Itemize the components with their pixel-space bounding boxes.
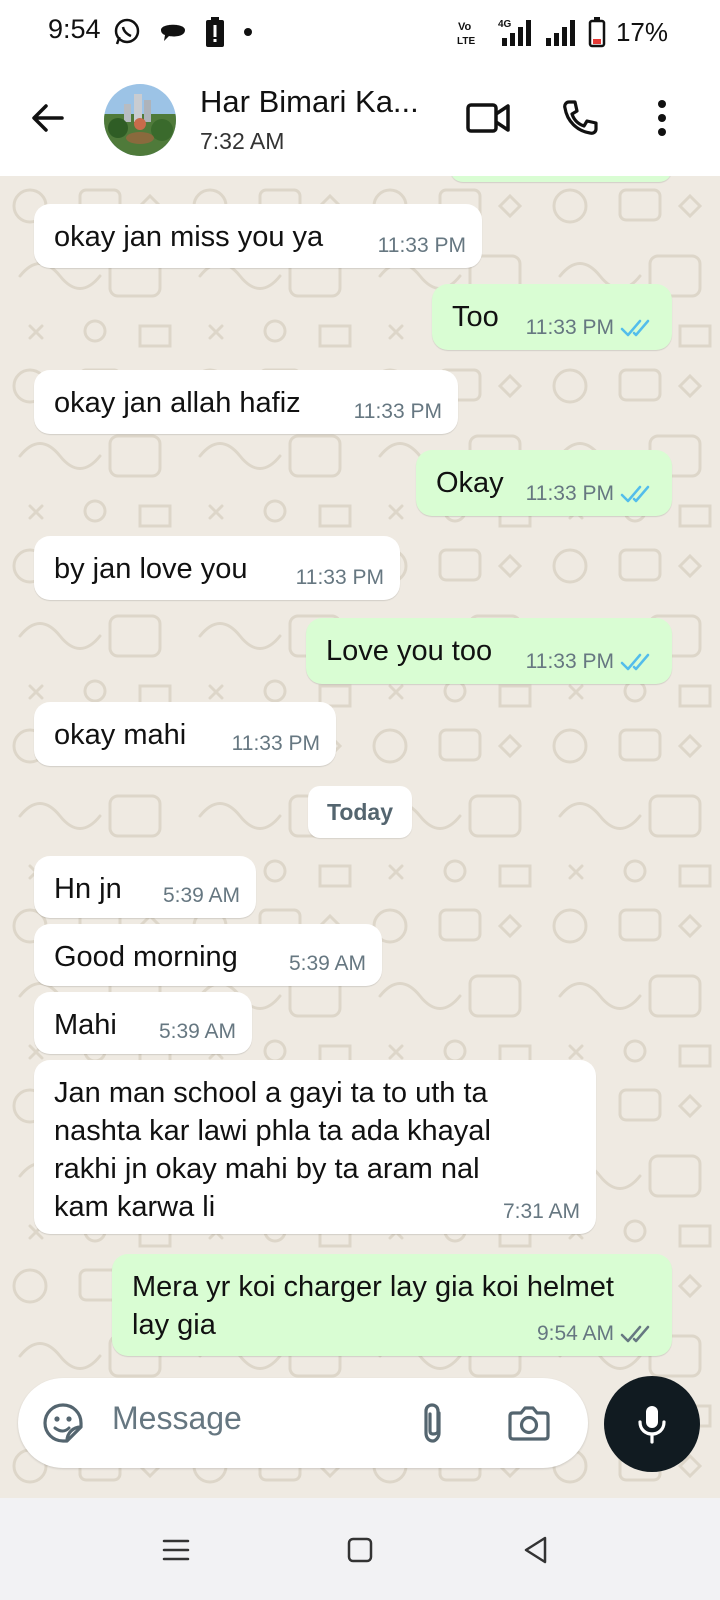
message-text: Good morning (54, 941, 238, 973)
last-seen: 7:32 AM (200, 128, 285, 154)
message-text: Okay (436, 467, 504, 499)
outgoing-message[interactable]: Okay 11:33 PM (416, 450, 672, 516)
delivered-receipt-icon (620, 1325, 650, 1343)
svg-text:Vo: Vo (458, 21, 472, 33)
voice-message-button[interactable] (604, 1376, 700, 1472)
message-line: Jan man school a gayi ta to uth ta (54, 1077, 488, 1109)
more-options-button[interactable] (638, 94, 686, 142)
outgoing-message[interactable]: Too 11:33 PM (432, 284, 672, 350)
incoming-message[interactable]: by jan love you 11:33 PM (34, 536, 400, 600)
back-arrow-icon (32, 104, 64, 132)
more-notifications-dot-icon (244, 28, 252, 36)
system-navigation-bar (0, 1498, 720, 1600)
chat-header: Har Bimari Ka... 7:32 AM (0, 64, 720, 176)
message-composer[interactable]: Message (18, 1378, 588, 1468)
recent-apps-icon (162, 1539, 190, 1561)
message-text: okay jan miss you ya (54, 221, 324, 253)
phone-icon (563, 100, 598, 135)
signal-icon (545, 20, 575, 46)
sticker-emoji-icon (43, 1403, 83, 1443)
read-receipt-icon (620, 319, 650, 337)
message-time: 11:33 PM (525, 650, 614, 673)
message-text: okay mahi (54, 719, 187, 751)
notification-icons (112, 14, 254, 50)
voice-call-button[interactable] (556, 94, 604, 142)
message-time: 11:33 PM (353, 400, 442, 423)
incoming-message[interactable]: okay jan miss you ya 11:33 PM (34, 204, 482, 268)
battery-percent: 17% (615, 16, 668, 47)
message-time: 9:54 AM (536, 1322, 614, 1345)
message-time: 11:33 PM (525, 316, 614, 339)
outgoing-message[interactable]: Mera yr koi charger lay gia koi helmet l… (112, 1254, 672, 1356)
video-call-button[interactable] (464, 94, 512, 142)
incoming-message[interactable]: Hn jn 5:39 AM (34, 856, 256, 918)
message-time: 11:33 PM (377, 234, 466, 257)
recent-apps-button[interactable] (154, 1528, 198, 1572)
signal-4g-icon: 4G (498, 19, 531, 46)
incoming-message[interactable]: Jan man school a gayi ta to uth ta nasht… (34, 1060, 596, 1234)
message-text: Jan man school a gayi ta to uth ta nasht… (54, 1074, 491, 1226)
whatsapp-notification-icon (114, 18, 140, 45)
back-triangle-icon (524, 1536, 547, 1564)
message-text: Too (452, 301, 499, 333)
message-time: 11:33 PM (295, 566, 384, 589)
read-receipt-icon (620, 653, 650, 671)
battery-low-icon (588, 17, 606, 48)
message-time: 5:39 AM (158, 1020, 236, 1043)
message-line: rakhi jn okay mahi by ta aram nal (54, 1153, 480, 1185)
incoming-message[interactable]: Good morning 5:39 AM (34, 924, 382, 986)
chat-area[interactable]: okay jan miss you ya 11:33 PM Too 11:33 … (0, 176, 720, 1496)
camera-button[interactable] (506, 1400, 552, 1446)
message-line: nashta kar lawi phla ta ada khayal (54, 1115, 491, 1147)
message-line: kam karwa li (54, 1191, 216, 1223)
paperclip-icon (424, 1403, 441, 1443)
chat-notification-icon (161, 24, 185, 41)
message-text: Love you too (326, 635, 493, 667)
microphone-icon (638, 1406, 666, 1444)
message-line: Mera yr koi charger lay gia koi helmet (132, 1271, 614, 1303)
battery-alert-icon (206, 17, 224, 47)
message-time: 11:33 PM (525, 482, 614, 505)
attach-button[interactable] (410, 1400, 456, 1446)
read-receipt-icon (620, 485, 650, 503)
home-button[interactable] (338, 1528, 382, 1572)
message-text: Mahi (54, 1009, 117, 1041)
status-bar: 9:54 Vo LTE 4G 17% (0, 0, 720, 64)
incoming-message[interactable]: Mahi 5:39 AM (34, 992, 252, 1054)
system-status-icons: Vo LTE 4G 17% (456, 14, 668, 50)
message-time: 5:39 AM (288, 952, 366, 975)
message-input[interactable]: Message (112, 1400, 242, 1437)
status-time: 9:54 (48, 14, 101, 44)
svg-text:4G: 4G (498, 19, 512, 30)
back-button[interactable] (26, 96, 70, 140)
contact-name[interactable]: Har Bimari Ka... (200, 84, 419, 120)
svg-text:LTE: LTE (457, 36, 475, 47)
avatar-landscape-image (104, 84, 176, 156)
message-time: 7:31 AM (502, 1200, 580, 1223)
video-call-icon (466, 103, 510, 133)
outgoing-message[interactable]: Love you too 11:33 PM (306, 618, 672, 684)
incoming-message[interactable]: okay jan allah hafiz 11:33 PM (34, 370, 458, 434)
message-text: Hn jn (54, 873, 122, 905)
message-text: okay jan allah hafiz (54, 387, 301, 419)
more-vertical-icon (658, 100, 666, 136)
volte-icon: Vo LTE (457, 21, 475, 47)
sticker-button[interactable] (40, 1400, 86, 1446)
contact-avatar[interactable] (104, 84, 176, 156)
date-separator: Today (308, 786, 412, 838)
message-bubble-partial (450, 176, 672, 182)
camera-icon (508, 1406, 550, 1441)
message-time: 11:33 PM (231, 732, 320, 755)
home-square-icon (347, 1537, 373, 1563)
back-nav-button[interactable] (514, 1528, 558, 1572)
message-time: 5:39 AM (162, 884, 240, 907)
message-text: by jan love you (54, 553, 248, 585)
incoming-message[interactable]: okay mahi 11:33 PM (34, 702, 336, 766)
